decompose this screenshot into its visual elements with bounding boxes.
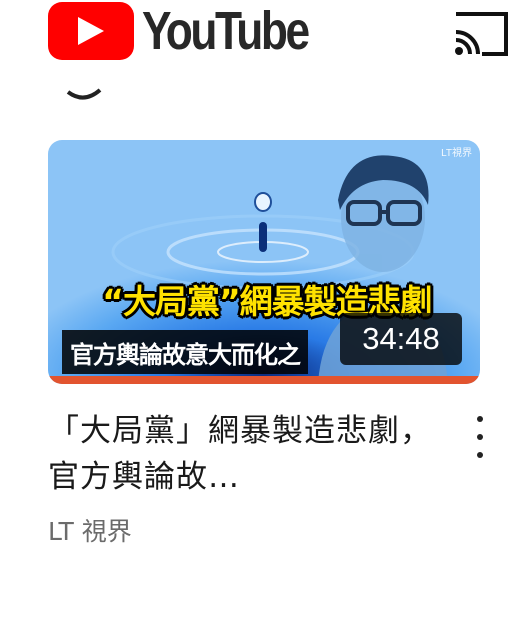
top-app-bar: YouTube [0, 0, 520, 80]
partial-avatar-edge [66, 88, 102, 100]
video-title[interactable]: 「大局黨」網暴製造悲劇，官方輿論故… [48, 408, 440, 500]
channel-watermark: LT視界 [441, 148, 472, 159]
thumbnail-subheadline: 官方輿論故意大而化之 [62, 330, 308, 374]
youtube-logo[interactable]: YouTube [48, 0, 344, 62]
duration-badge: 34:48 [340, 313, 462, 365]
video-thumbnail[interactable]: LT視界 “大局黨”網暴製造悲劇 官方輿論故意大而化之 34:48 [48, 140, 480, 384]
more-options-icon[interactable] [470, 416, 490, 458]
youtube-play-icon [48, 2, 134, 60]
cast-icon[interactable] [452, 8, 508, 56]
channel-name[interactable]: LT 視界 [48, 512, 132, 548]
youtube-wordmark: YouTube [142, 1, 310, 61]
watch-progress-bar [48, 376, 480, 384]
